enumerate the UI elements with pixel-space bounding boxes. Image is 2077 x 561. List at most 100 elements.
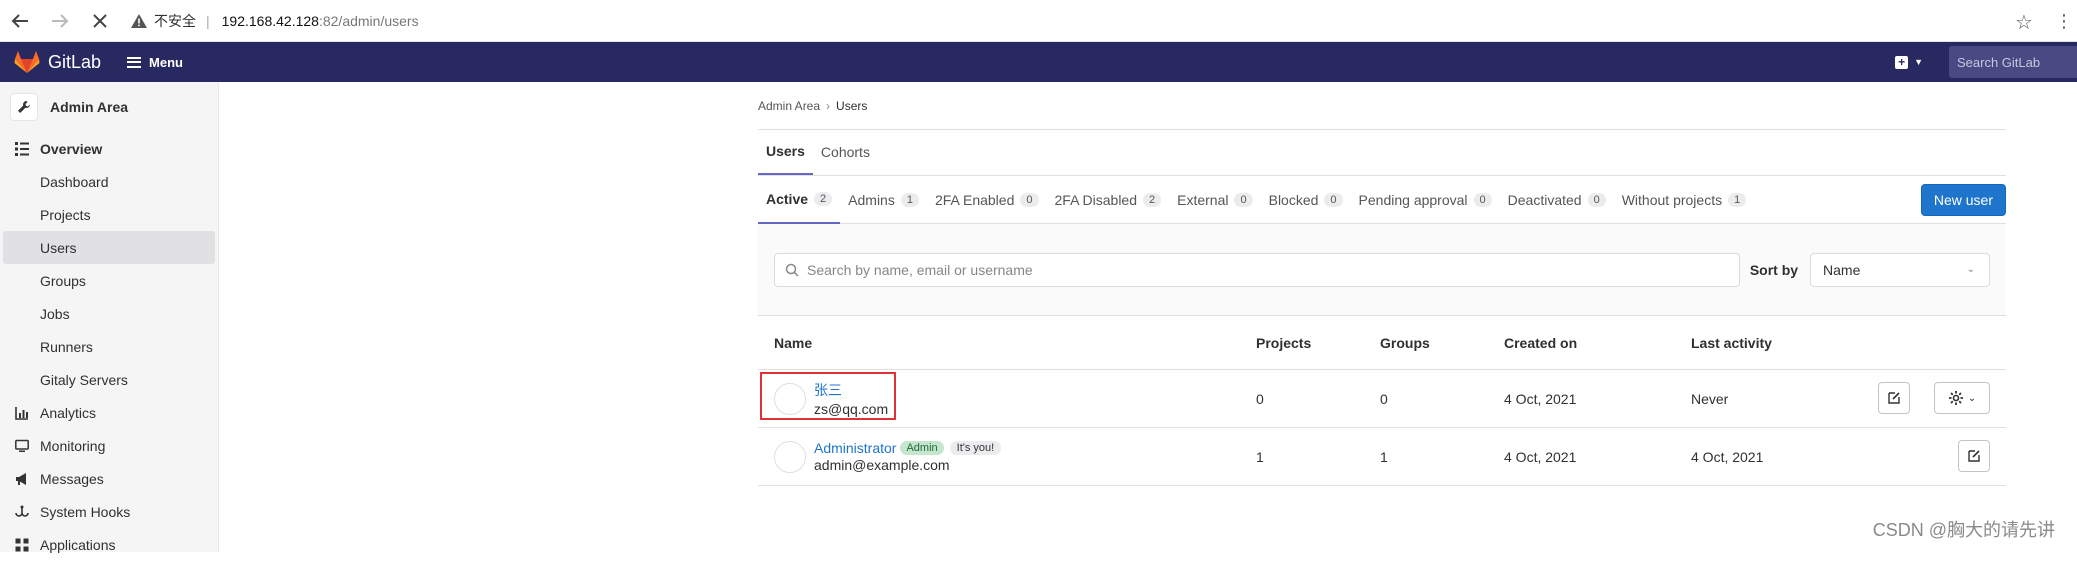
new-user-button[interactable]: New user — [1920, 184, 2006, 216]
sidebar-item-gitaly-servers[interactable]: Gitaly Servers — [0, 363, 218, 396]
sidebar-item-runners[interactable]: Runners — [0, 330, 218, 363]
column-header-name: Name — [774, 334, 813, 351]
global-search-input[interactable]: Search GitLab — [1949, 46, 2077, 78]
filter-tab-without-projects[interactable]: Without projects 1 — [1614, 176, 1755, 224]
filter-tab-blocked[interactable]: Blocked 0 — [1261, 176, 1351, 224]
more-menu-icon[interactable]: ⋮ — [2055, 11, 2073, 32]
filter-label: Deactivated — [1507, 191, 1582, 208]
filter-label: Admins — [848, 191, 895, 208]
filter-tab-external[interactable]: External 0 — [1169, 176, 1260, 224]
applications-icon — [14, 537, 30, 553]
edit-user-button[interactable] — [1958, 440, 1990, 472]
table-row: 张三 zs@qq.com 0 0 4 Oct, 2021 Never ⌄ — [758, 370, 2006, 428]
count-badge: 0 — [1473, 192, 1492, 207]
filter-tab-2fa-enabled[interactable]: 2FA Enabled 0 — [927, 176, 1047, 224]
sort-label: Sort by — [1749, 261, 1799, 278]
sidebar-item-label: Overview — [40, 140, 103, 157]
new-dropdown-button[interactable]: + ▼ — [1895, 55, 1923, 69]
chevron-right-icon: › — [826, 98, 831, 113]
search-sort-bar: Search by name, email or username Sort b… — [758, 224, 2006, 316]
sidebar-item-label: Users — [40, 239, 77, 256]
filter-label: External — [1177, 191, 1229, 208]
sidebar-item-overview[interactable]: Overview — [0, 132, 218, 165]
user-last-activity: 4 Oct, 2021 — [1691, 448, 1764, 465]
filter-tab-2fa-disabled[interactable]: 2FA Disabled 2 — [1047, 176, 1170, 224]
arrow-right-icon — [52, 13, 69, 28]
count-badge: 0 — [1324, 192, 1343, 207]
plus-square-icon: + — [1895, 55, 1909, 69]
breadcrumb-current[interactable]: Users — [836, 99, 867, 113]
sidebar-title: Admin Area — [50, 99, 129, 115]
sidebar-item-messages[interactable]: Messages — [0, 462, 218, 495]
stop-loading-button[interactable] — [80, 1, 120, 41]
edit-user-button[interactable] — [1878, 382, 1910, 414]
column-header-created: Created on — [1504, 334, 1578, 351]
sidebar-header[interactable]: Admin Area — [0, 82, 218, 132]
tab-users[interactable]: Users — [758, 129, 813, 175]
filter-label: Without projects — [1621, 191, 1723, 208]
filter-label: 2FA Disabled — [1054, 191, 1138, 208]
count-badge: 0 — [1234, 192, 1253, 207]
wrench-icon — [10, 93, 38, 121]
sidebar-item-label: Runners — [40, 338, 93, 355]
chevron-down-icon: ⌄ — [1966, 264, 1975, 275]
sidebar-item-label: Dashboard — [40, 173, 109, 190]
sidebar-item-monitoring[interactable]: Monitoring — [0, 429, 218, 462]
sidebar-item-label: Analytics — [40, 404, 97, 421]
sidebar-item-system-hooks[interactable]: System Hooks — [0, 495, 218, 528]
edit-icon — [1888, 392, 1900, 404]
insecure-label: 不安全 — [154, 12, 196, 29]
arrow-left-icon — [11, 13, 28, 28]
annotation-highlight — [760, 372, 896, 420]
sidebar-item-projects[interactable]: Projects — [0, 198, 218, 231]
chevron-down-icon: ▼ — [1914, 57, 1923, 67]
forward-button[interactable] — [40, 1, 80, 41]
breadcrumb-admin-area[interactable]: Admin Area — [758, 99, 820, 113]
sidebar-item-label: System Hooks — [40, 503, 131, 520]
user-projects-count: 1 — [1256, 448, 1264, 465]
tab-cohorts[interactable]: Cohorts — [813, 129, 878, 175]
admin-badge: Admin — [900, 441, 944, 455]
sidebar-item-groups[interactable]: Groups — [0, 264, 218, 297]
sidebar-item-label: Monitoring — [40, 437, 106, 454]
avatar[interactable] — [774, 440, 806, 473]
gitlab-top-nav: GitLab Menu + ▼ Search GitLab — [0, 42, 2077, 82]
gitlab-tanuki-icon — [14, 51, 40, 73]
user-search-input[interactable]: Search by name, email or username — [774, 252, 1740, 287]
filter-tab-deactivated[interactable]: Deactivated 0 — [1500, 176, 1614, 224]
warning-icon — [131, 13, 147, 28]
search-icon — [785, 263, 799, 277]
filter-tab-admins[interactable]: Admins 1 — [840, 176, 927, 224]
menu-button[interactable]: Menu — [127, 55, 183, 70]
url-path: :82/admin/users — [318, 12, 419, 29]
gear-icon — [1948, 391, 1963, 405]
user-settings-dropdown[interactable]: ⌄ — [1934, 382, 1990, 414]
count-badge: 1 — [900, 192, 919, 207]
user-name-link[interactable]: Administrator — [814, 440, 896, 456]
sidebar-item-analytics[interactable]: Analytics — [0, 396, 218, 429]
column-header-groups: Groups — [1380, 334, 1430, 351]
filter-label: Blocked — [1268, 191, 1319, 208]
user-email: admin@example.com — [814, 457, 950, 473]
filter-tab-pending-approval[interactable]: Pending approval 0 — [1351, 176, 1500, 224]
sort-dropdown[interactable]: Name ⌄ — [1810, 252, 1990, 287]
chart-icon — [14, 405, 30, 421]
sidebar-item-dashboard[interactable]: Dashboard — [0, 165, 218, 198]
sidebar-item-users[interactable]: Users — [3, 231, 215, 264]
sidebar-item-jobs[interactable]: Jobs — [0, 297, 218, 330]
gitlab-logo[interactable]: GitLab — [14, 50, 101, 74]
close-icon — [93, 13, 107, 28]
back-button[interactable] — [0, 1, 40, 41]
user-last-activity: Never — [1691, 390, 1729, 407]
bookmark-star-icon[interactable]: ☆ — [2015, 10, 2037, 34]
user-created-on: 4 Oct, 2021 — [1504, 390, 1577, 407]
sidebar-item-applications[interactable]: Applications — [0, 528, 218, 561]
address-bar[interactable]: 不安全 | 192.168.42.128 :82/admin/users — [130, 11, 419, 31]
users-tabs: Users Cohorts — [758, 130, 2006, 176]
filter-tab-active[interactable]: Active 2 — [758, 176, 841, 224]
search-placeholder: Search by name, email or username — [807, 261, 1033, 278]
count-badge: 1 — [1728, 192, 1747, 207]
main-content: Admin Area › Users Users Cohorts Active 2… — [758, 82, 2006, 486]
chevron-down-icon: ⌄ — [1967, 392, 1977, 404]
url-divider: | — [206, 12, 210, 29]
